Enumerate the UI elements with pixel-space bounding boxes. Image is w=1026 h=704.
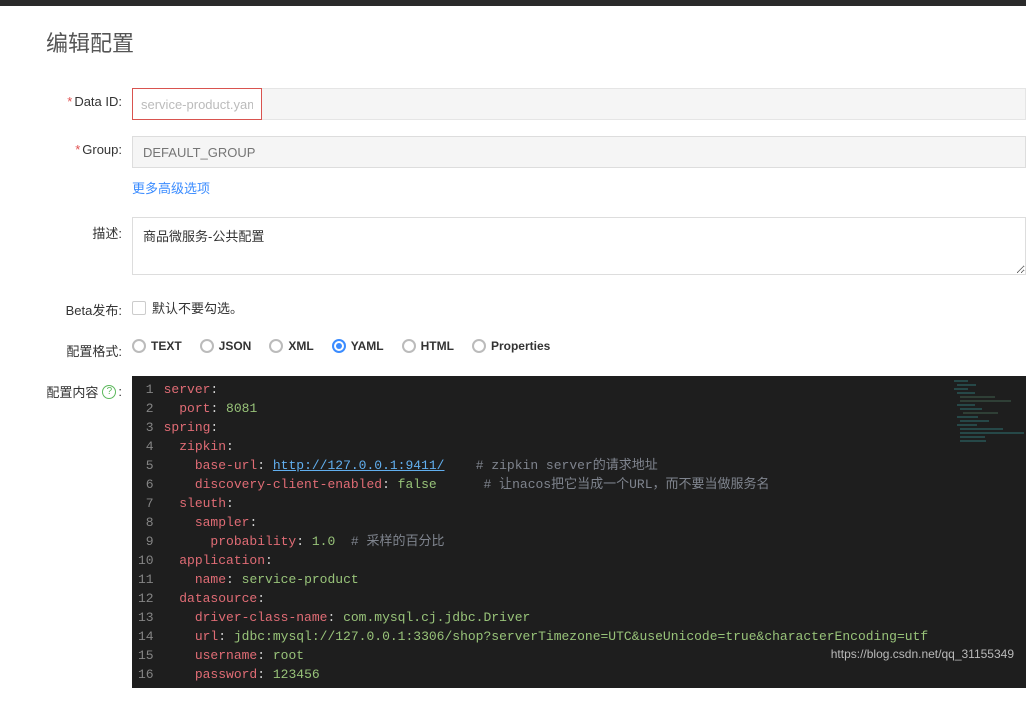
row-beta: Beta发布: 默认不要勾选。 (46, 294, 1026, 319)
radio-format-xml[interactable]: XML (269, 339, 313, 353)
radio-label: JSON (219, 339, 252, 353)
row-more-options: 更多高级选项 (46, 178, 1026, 197)
watermark: https://blog.csdn.net/qq_31155349 (831, 647, 1014, 661)
radio-label: HTML (421, 339, 454, 353)
input-data-id[interactable] (132, 88, 262, 120)
radio-format-text[interactable]: TEXT (132, 339, 182, 353)
row-group: *Group: (46, 136, 1026, 168)
radio-label: YAML (351, 339, 384, 353)
radio-group-format: TEXT JSON XML YAML HTML Properties (132, 335, 1026, 353)
label-beta: Beta发布: (46, 294, 132, 319)
checkbox-beta-text: 默认不要勾选。 (152, 298, 243, 317)
checkbox-beta[interactable] (132, 301, 146, 315)
row-data-id: *Data ID: (46, 88, 1026, 120)
radio-icon (269, 339, 283, 353)
help-icon[interactable]: ? (102, 385, 116, 399)
main-container: 编辑配置 *Data ID: *Group: 更多高级选项 描述: Beta发布… (0, 6, 1026, 688)
input-group[interactable] (132, 136, 1026, 168)
input-desc[interactable] (132, 217, 1026, 275)
radio-format-html[interactable]: HTML (402, 339, 454, 353)
radio-format-yaml[interactable]: YAML (332, 339, 384, 353)
radio-icon (472, 339, 486, 353)
label-desc: 描述: (46, 217, 132, 242)
radio-icon (332, 339, 346, 353)
radio-icon (402, 339, 416, 353)
radio-icon (200, 339, 214, 353)
label-data-id: *Data ID: (46, 88, 132, 109)
radio-icon (132, 339, 146, 353)
page-title: 编辑配置 (46, 26, 1026, 58)
editor-gutter: 12345678910111213141516 (132, 376, 164, 688)
radio-label: TEXT (151, 339, 182, 353)
radio-label: Properties (491, 339, 550, 353)
editor-code[interactable]: server: port: 8081spring: zipkin: base-u… (164, 376, 1026, 688)
radio-label: XML (288, 339, 313, 353)
label-format: 配置格式: (46, 335, 132, 360)
label-content: 配置内容 ? : (46, 376, 132, 401)
radio-format-json[interactable]: JSON (200, 339, 252, 353)
row-desc: 描述: (46, 217, 1026, 278)
row-format: 配置格式: TEXT JSON XML YAML HTML Properties (46, 335, 1026, 360)
radio-format-properties[interactable]: Properties (472, 339, 550, 353)
input-data-id-tail (262, 88, 1026, 120)
row-content: 配置内容 ? : 12345678910111213141516 server:… (46, 376, 1026, 688)
label-group: *Group: (46, 136, 132, 157)
more-options-link[interactable]: 更多高级选项 (132, 177, 210, 196)
code-editor[interactable]: 12345678910111213141516 server: port: 80… (132, 376, 1026, 688)
